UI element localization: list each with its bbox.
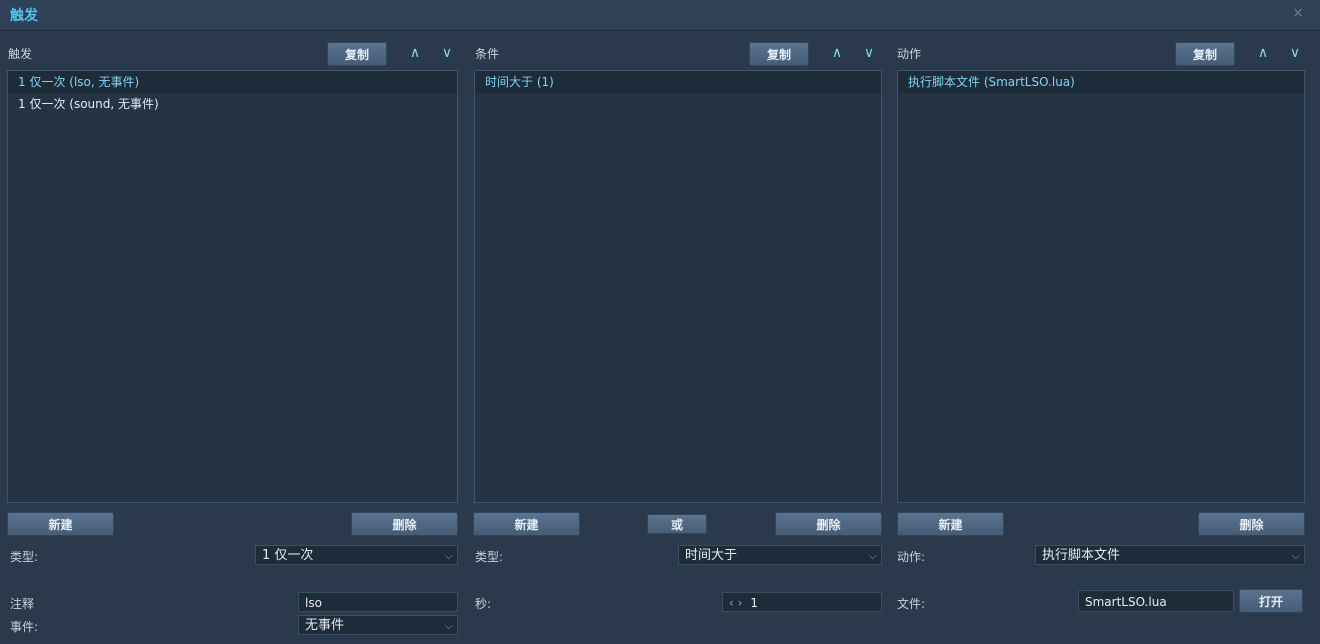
actions-copy-button[interactable]: 复制: [1175, 42, 1235, 66]
condition-type-select[interactable]: 时间大于 ⌵: [678, 545, 882, 565]
action-type-select[interactable]: 执行脚本文件 ⌵: [1035, 545, 1305, 565]
conditions-new-button[interactable]: 新建: [473, 512, 580, 536]
action-type-label: 动作:: [897, 550, 926, 564]
conditions-label: 条件: [475, 47, 500, 61]
conditions-copy-button[interactable]: 复制: [749, 42, 809, 66]
triggers-copy-button[interactable]: 复制: [327, 42, 387, 66]
triggers-move-up-icon[interactable]: ∧: [404, 42, 426, 64]
trigger-type-value: 1 仅一次: [262, 548, 314, 563]
chevron-down-icon: ⌵: [868, 549, 877, 562]
condition-seconds-stepper[interactable]: ‹ › 1: [722, 592, 882, 612]
window-title: 触发: [10, 8, 38, 24]
action-open-button[interactable]: 打开: [1239, 589, 1303, 613]
action-file-label: 文件:: [897, 597, 926, 611]
condition-type-value: 时间大于: [685, 548, 738, 563]
trigger-event-value: 无事件: [305, 618, 345, 633]
chevron-down-icon: ⌵: [1291, 549, 1300, 562]
conditions-delete-button[interactable]: 删除: [775, 512, 882, 536]
condition-list-item[interactable]: 时间大于 (1): [475, 71, 881, 93]
trigger-event-select[interactable]: 无事件 ⌵: [298, 615, 458, 635]
trigger-list-item[interactable]: 1 仅一次 (sound, 无事件): [8, 93, 457, 115]
triggers-move-down-icon[interactable]: ∨: [436, 42, 458, 64]
conditions-list: 时间大于 (1): [474, 70, 882, 503]
trigger-comment-input[interactable]: lso: [298, 592, 458, 612]
action-type-value: 执行脚本文件: [1042, 548, 1121, 563]
conditions-move-up-icon[interactable]: ∧: [826, 42, 848, 64]
actions-new-button[interactable]: 新建: [897, 512, 1004, 536]
actions-list: 执行脚本文件 (SmartLSO.lua): [897, 70, 1305, 503]
triggers-list: 1 仅一次 (lso, 无事件) 1 仅一次 (sound, 无事件): [7, 70, 458, 503]
action-file-input[interactable]: SmartLSO.lua: [1078, 590, 1234, 612]
actions-move-up-icon[interactable]: ∧: [1252, 42, 1274, 64]
trigger-type-select[interactable]: 1 仅一次 ⌵: [255, 545, 458, 565]
condition-seconds-label: 秒:: [475, 597, 492, 611]
action-list-item[interactable]: 执行脚本文件 (SmartLSO.lua): [898, 71, 1304, 93]
stepper-arrows-icon[interactable]: ‹ ›: [729, 596, 742, 610]
actions-delete-button[interactable]: 删除: [1198, 512, 1305, 536]
close-icon[interactable]: ×: [1292, 5, 1304, 21]
conditions-or-button[interactable]: 或: [647, 514, 707, 534]
triggers-delete-button[interactable]: 删除: [351, 512, 458, 536]
trigger-type-label: 类型:: [10, 550, 39, 564]
triggers-new-button[interactable]: 新建: [7, 512, 114, 536]
actions-label: 动作: [897, 47, 922, 61]
triggers-label: 触发: [8, 47, 33, 61]
trigger-event-label: 事件:: [10, 620, 39, 634]
trigger-list-item[interactable]: 1 仅一次 (lso, 无事件): [8, 71, 457, 93]
conditions-move-down-icon[interactable]: ∨: [858, 42, 880, 64]
condition-seconds-value: 1: [750, 596, 759, 610]
actions-move-down-icon[interactable]: ∨: [1284, 42, 1306, 64]
chevron-down-icon: ⌵: [444, 619, 453, 632]
title-bar: 触发 ×: [0, 0, 1320, 31]
chevron-down-icon: ⌵: [444, 549, 453, 562]
condition-type-label: 类型:: [475, 550, 504, 564]
trigger-comment-label: 注释: [10, 597, 35, 611]
